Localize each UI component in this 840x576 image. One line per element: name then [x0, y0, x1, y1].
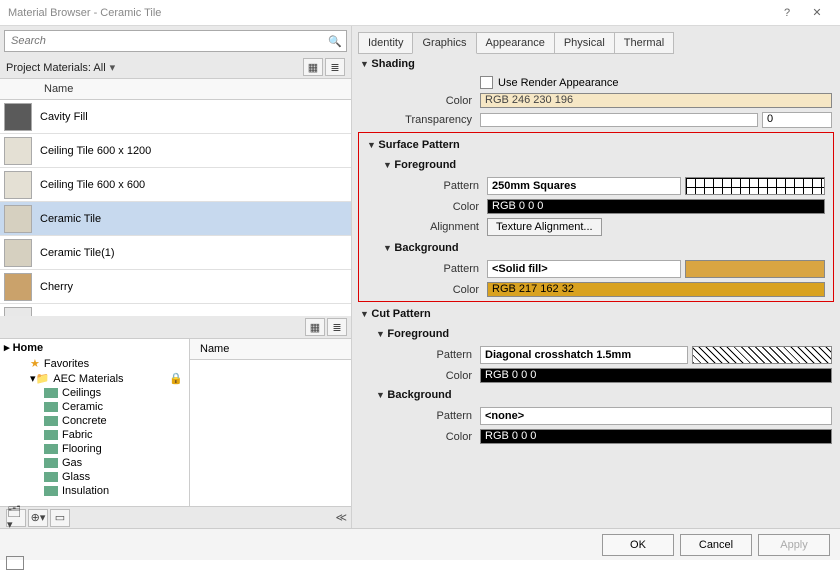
- search-icon: 🔍: [328, 35, 342, 48]
- close-icon[interactable]: ✕: [802, 6, 832, 19]
- material-label: Ceiling Tile 600 x 1200: [40, 145, 151, 157]
- tree-node[interactable]: Concrete: [0, 414, 189, 428]
- cut-bg-header[interactable]: Background: [352, 385, 840, 405]
- preview-icon[interactable]: [6, 556, 24, 570]
- surface-bg-pattern[interactable]: <Solid fill>: [487, 260, 681, 278]
- solid-pattern-preview: [685, 260, 825, 278]
- shading-color-swatch[interactable]: RGB 246 230 196: [480, 93, 832, 108]
- transparency-slider[interactable]: [480, 113, 758, 127]
- cut-fg-header[interactable]: Foreground: [352, 324, 840, 344]
- material-swatch: [4, 103, 32, 131]
- material-label: Cavity Fill: [40, 111, 88, 123]
- tab-appearance[interactable]: Appearance: [476, 32, 555, 54]
- cut-fg-pattern[interactable]: Diagonal crosshatch 1.5mm: [480, 346, 688, 364]
- tree-node[interactable]: Ceramic: [0, 400, 189, 414]
- transparency-value[interactable]: 0: [762, 112, 832, 128]
- category-icon: [44, 388, 58, 398]
- material-item[interactable]: Ceramic Tile(1): [0, 236, 351, 270]
- material-item[interactable]: Ceramic Tile: [0, 202, 351, 236]
- material-swatch: [4, 137, 32, 165]
- aec-node: ▾ 📁AEC Materials🔒: [0, 371, 189, 386]
- material-label: Ceramic Tile: [40, 213, 101, 225]
- tree-node[interactable]: Ceilings: [0, 386, 189, 400]
- material-label: Ceiling Tile 600 x 600: [40, 179, 145, 191]
- show-hide-button[interactable]: ▭: [50, 509, 70, 527]
- ok-button[interactable]: OK: [602, 534, 674, 556]
- category-icon: [44, 416, 58, 426]
- search-input[interactable]: 🔍: [4, 30, 347, 52]
- view-grid-button[interactable]: ▦: [303, 58, 323, 76]
- material-label: Cherry: [40, 281, 73, 293]
- surface-bg-header[interactable]: Background: [359, 238, 833, 258]
- material-item[interactable]: Clad - White: [0, 304, 351, 316]
- surface-pattern-header[interactable]: Surface Pattern: [359, 135, 833, 155]
- material-swatch: [4, 239, 32, 267]
- new-material-button[interactable]: ⊕▾: [28, 509, 48, 527]
- material-list[interactable]: Cavity Fill Ceiling Tile 600 x 1200 Ceilin…: [0, 100, 351, 316]
- material-item[interactable]: Ceiling Tile 600 x 600: [0, 168, 351, 202]
- material-swatch: [4, 171, 32, 199]
- shading-header[interactable]: Shading: [352, 54, 840, 74]
- favorites-node: ★Favorites: [0, 356, 189, 371]
- material-item[interactable]: Cherry: [0, 270, 351, 304]
- tab-graphics[interactable]: Graphics: [412, 32, 476, 54]
- material-swatch: [4, 205, 32, 233]
- right-pane: IdentityGraphicsAppearancePhysicalTherma…: [352, 26, 840, 528]
- name-column-header-2: Name: [190, 339, 351, 360]
- tree-node[interactable]: Flooring: [0, 442, 189, 456]
- title-bar: Material Browser - Ceramic Tile ? ✕: [0, 0, 840, 26]
- category-icon: [44, 458, 58, 468]
- view-list-button[interactable]: ≣: [325, 58, 345, 76]
- texture-alignment-button[interactable]: Texture Alignment...: [487, 218, 602, 236]
- surface-fg-pattern[interactable]: 250mm Squares: [487, 177, 681, 195]
- tab-physical[interactable]: Physical: [554, 32, 615, 54]
- library-tree[interactable]: ▸ Home ★Favorites ▾ 📁AEC Materials🔒 Ceil…: [0, 339, 190, 506]
- help-icon[interactable]: ?: [772, 7, 802, 19]
- collapse-icon[interactable]: ≪: [335, 511, 347, 524]
- surface-fg-color[interactable]: RGB 0 0 0: [487, 199, 825, 214]
- material-item[interactable]: Ceiling Tile 600 x 1200: [0, 134, 351, 168]
- surface-pattern-highlight: Surface Pattern Foreground Pattern250mm …: [358, 132, 834, 302]
- material-swatch: [4, 307, 32, 317]
- cancel-button[interactable]: Cancel: [680, 534, 752, 556]
- name-column-header: Name: [0, 79, 351, 100]
- tabs: IdentityGraphicsAppearancePhysicalTherma…: [352, 26, 840, 54]
- apply-button[interactable]: Apply: [758, 534, 830, 556]
- use-render-label: Use Render Appearance: [498, 77, 618, 89]
- tab-identity[interactable]: Identity: [358, 32, 413, 54]
- dialog-footer: OK Cancel Apply: [0, 528, 840, 560]
- view-grid-button-2[interactable]: ▦: [305, 318, 325, 336]
- filter-dropdown[interactable]: Project Materials: All▾: [6, 61, 301, 74]
- category-icon: [44, 402, 58, 412]
- surface-fg-header[interactable]: Foreground: [359, 155, 833, 175]
- material-item[interactable]: Cavity Fill: [0, 100, 351, 134]
- tab-thermal[interactable]: Thermal: [614, 32, 674, 54]
- grid-pattern-preview: [685, 177, 825, 195]
- tree-node[interactable]: Glass: [0, 470, 189, 484]
- cut-bg-pattern[interactable]: <none>: [480, 407, 832, 425]
- category-icon: [44, 486, 58, 496]
- search-field[interactable]: [9, 34, 328, 48]
- view-list-button-2[interactable]: ≣: [327, 318, 347, 336]
- home-node: ▸ Home: [0, 339, 189, 356]
- use-render-checkbox[interactable]: [480, 76, 493, 89]
- category-icon: [44, 472, 58, 482]
- lock-icon: 🔒: [169, 372, 189, 385]
- category-icon: [44, 430, 58, 440]
- asset-menu-button[interactable]: 🗂▾: [6, 509, 26, 527]
- surface-bg-color[interactable]: RGB 217 162 32: [487, 282, 825, 297]
- tree-node[interactable]: Gas: [0, 456, 189, 470]
- tree-node[interactable]: Fabric: [0, 428, 189, 442]
- window-title: Material Browser - Ceramic Tile: [8, 7, 772, 19]
- cut-pattern-header[interactable]: Cut Pattern: [352, 304, 840, 324]
- hatch-pattern-preview: [692, 346, 832, 364]
- material-swatch: [4, 273, 32, 301]
- material-label: Ceramic Tile(1): [40, 247, 115, 259]
- left-pane: 🔍 Project Materials: All▾ ▦ ≣ Name Cavit…: [0, 26, 352, 528]
- tree-node[interactable]: Insulation: [0, 484, 189, 498]
- cut-bg-color[interactable]: RGB 0 0 0: [480, 429, 832, 444]
- category-icon: [44, 444, 58, 454]
- cut-fg-color[interactable]: RGB 0 0 0: [480, 368, 832, 383]
